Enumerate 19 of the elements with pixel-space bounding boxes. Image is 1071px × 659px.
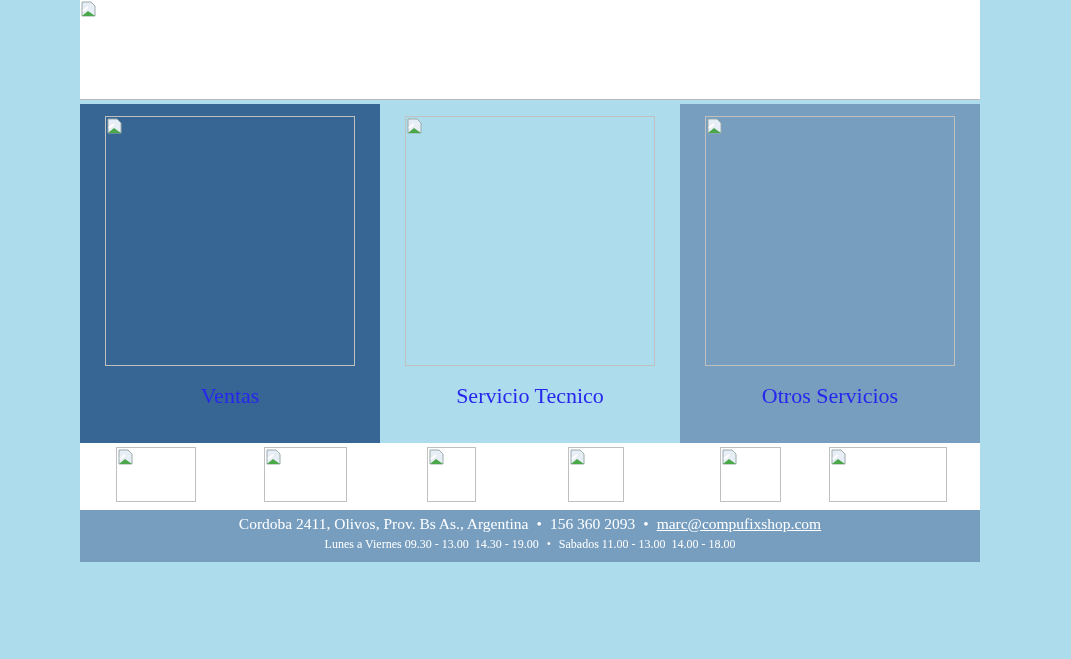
section-link[interactable]: Otros Servicios xyxy=(761,383,899,409)
broken-image-icon xyxy=(118,449,134,465)
email-link[interactable]: marc@compufixshop.com xyxy=(656,515,822,533)
separator-dot: • xyxy=(546,537,551,552)
broken-image-icon xyxy=(429,449,445,465)
footer-text: 156 360 2093 xyxy=(549,515,636,533)
broken-image-icon xyxy=(107,118,123,134)
footer-text: Sabados 11.00 - 13.00 14.00 - 18.00 xyxy=(558,537,736,552)
broken-image-icon xyxy=(707,118,723,134)
separator-dot: • xyxy=(536,515,542,533)
separator-dot: • xyxy=(643,515,649,533)
section-link[interactable]: Servicio Tecnico xyxy=(456,383,604,409)
broken-image-icon xyxy=(570,449,586,465)
footer-text: Cordoba 2411, Olivos, Prov. Bs As., Argentina xyxy=(238,515,529,533)
broken-image-icon xyxy=(831,449,847,465)
broken-image-icon xyxy=(266,449,282,465)
broken-image-icon xyxy=(722,449,738,465)
footer-text: Lunes a Viernes 09.30 - 13.00 14.30 - 19.00 xyxy=(324,537,539,552)
broken-image-icon xyxy=(407,118,423,134)
